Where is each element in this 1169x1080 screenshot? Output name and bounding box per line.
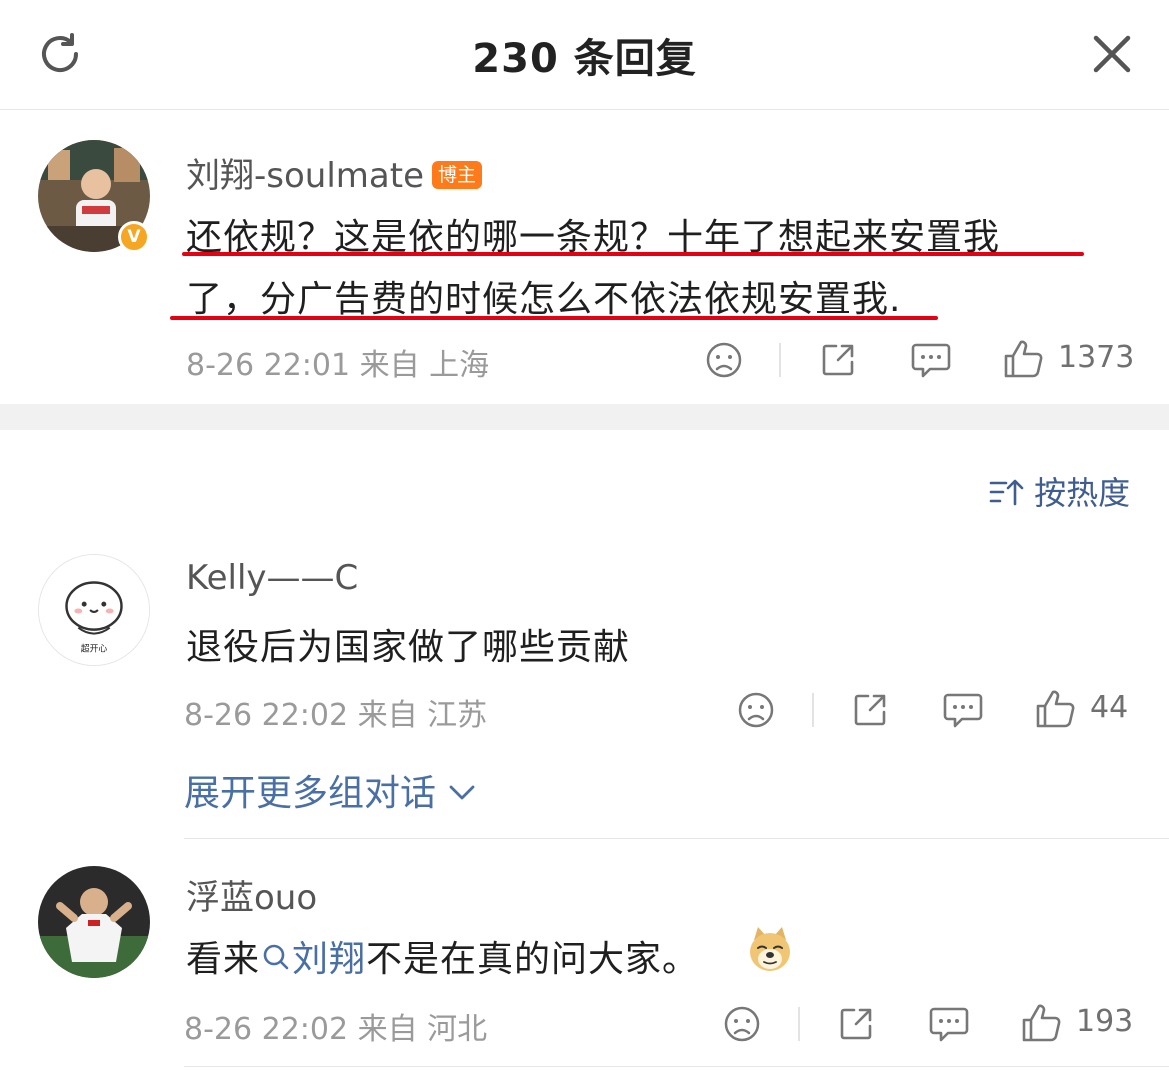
doge-emoji-icon bbox=[750, 927, 790, 971]
comment-icon[interactable] bbox=[942, 690, 984, 730]
reply-text: 退役后为国家做了哪些贡献 bbox=[186, 627, 631, 668]
reply-date: 8-26 22:02 bbox=[184, 1012, 349, 1047]
comment-author[interactable]: 刘翔-soulmate bbox=[186, 156, 424, 196]
section-divider bbox=[0, 404, 1169, 430]
sad-face-icon[interactable] bbox=[704, 340, 744, 380]
close-icon[interactable] bbox=[1088, 30, 1136, 78]
reply-text: 看来 刘翔不是在真的问大家。 bbox=[186, 930, 699, 982]
thumbs-up-icon[interactable] bbox=[1002, 338, 1044, 380]
share-icon[interactable] bbox=[850, 690, 890, 730]
reply-date: 8-26 22:02 bbox=[184, 698, 349, 733]
sad-face-icon[interactable] bbox=[722, 1004, 762, 1044]
comment-author-row: 刘翔-soulmate 博主 bbox=[186, 148, 482, 197]
divider bbox=[184, 838, 1169, 839]
divider bbox=[812, 693, 814, 727]
reply-location: 来自 江苏 bbox=[357, 698, 488, 733]
header-bar: 230 条回复 bbox=[0, 0, 1169, 110]
expand-label: 展开更多组对话 bbox=[184, 773, 437, 814]
share-icon[interactable] bbox=[818, 340, 858, 380]
like-count: 1373 bbox=[1058, 340, 1135, 375]
author-tag: 博主 bbox=[431, 161, 482, 189]
mention-text: 刘翔 bbox=[292, 939, 367, 980]
avatar-caption: 超开心 bbox=[81, 642, 108, 654]
comment-text-line2: 了，分广告费的时候怎么不依法依规安置我. bbox=[186, 279, 902, 320]
divider bbox=[798, 1007, 800, 1041]
thumbs-up-icon[interactable] bbox=[1020, 1002, 1062, 1044]
thumbs-up-icon[interactable] bbox=[1034, 688, 1076, 730]
like-count: 44 bbox=[1090, 690, 1129, 725]
search-icon bbox=[263, 944, 289, 970]
red-underline bbox=[170, 316, 938, 320]
sort-button[interactable]: 按热度 bbox=[988, 468, 1130, 514]
expand-more-conversations[interactable]: 展开更多组对话 bbox=[184, 764, 477, 816]
verified-badge: V bbox=[118, 221, 150, 253]
sort-label: 按热度 bbox=[1034, 474, 1131, 512]
avatar[interactable] bbox=[38, 866, 150, 978]
reply-location: 来自 河北 bbox=[357, 1012, 488, 1047]
divider bbox=[184, 1066, 1169, 1067]
divider bbox=[779, 343, 781, 377]
comment-icon[interactable] bbox=[928, 1004, 970, 1044]
comment-location: 来自 上海 bbox=[359, 348, 490, 383]
reply-meta: 8-26 22:02 来自 江苏 bbox=[184, 690, 487, 734]
like-count: 193 bbox=[1076, 1004, 1134, 1039]
avatar[interactable]: 超开心 bbox=[38, 554, 150, 666]
reply-meta: 8-26 22:02 来自 河北 bbox=[184, 1004, 487, 1048]
sort-icon bbox=[989, 479, 1024, 506]
chevron-down-icon bbox=[450, 785, 475, 800]
sad-face-icon[interactable] bbox=[736, 690, 776, 730]
mention-link[interactable]: 刘翔 bbox=[260, 939, 366, 980]
reply-author[interactable]: Kelly——C bbox=[186, 558, 358, 598]
page-title: 230 条回复 bbox=[472, 36, 697, 82]
comment-date: 8-26 22:01 bbox=[186, 348, 351, 383]
comment-icon[interactable] bbox=[910, 340, 952, 380]
reply-text-after: 不是在真的问大家。 bbox=[366, 939, 700, 980]
share-icon[interactable] bbox=[836, 1004, 876, 1044]
comment-meta: 8-26 22:01 来自 上海 bbox=[186, 340, 489, 384]
red-underline bbox=[182, 252, 1084, 256]
reply-author[interactable]: 浮蓝ouo bbox=[186, 870, 317, 919]
reply-text-before: 看来 bbox=[186, 939, 261, 980]
